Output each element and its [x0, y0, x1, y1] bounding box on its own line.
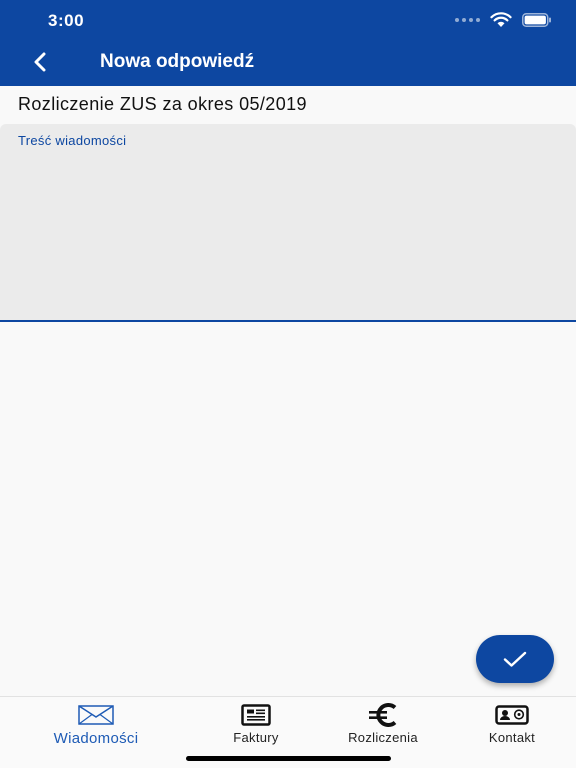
- cellular-signal-icon: [455, 18, 480, 22]
- app-header: 3:00 Nowa odpowiedź: [0, 0, 576, 86]
- tab-kontakt[interactable]: Kontakt: [472, 703, 552, 749]
- tab-faktury[interactable]: Faktury: [216, 703, 296, 749]
- tab-label: Kontakt: [488, 730, 536, 745]
- tab-rozliczenia[interactable]: Rozliczenia: [333, 703, 433, 749]
- screen: 3:00 Nowa odpowiedź Rozliczenie ZUS za o…: [0, 0, 576, 768]
- euro-icon: [366, 703, 400, 727]
- message-input[interactable]: [18, 154, 558, 314]
- status-icons: [455, 12, 552, 28]
- message-field[interactable]: Treść wiadomości: [0, 124, 576, 322]
- tab-wiadomosci[interactable]: Wiadomości: [36, 703, 156, 749]
- envelope-icon: [78, 703, 114, 727]
- battery-icon: [522, 13, 552, 27]
- tab-label: Wiadomości: [53, 730, 139, 747]
- message-subject: Rozliczenie ZUS za okres 05/2019: [18, 94, 307, 114]
- checkmark-icon: [503, 651, 527, 667]
- chevron-left-icon: [34, 52, 46, 72]
- tab-label: Rozliczenia: [348, 730, 418, 745]
- message-field-label: Treść wiadomości: [18, 133, 127, 148]
- home-indicator[interactable]: [186, 756, 391, 761]
- status-time: 3:00: [48, 11, 85, 30]
- back-button[interactable]: [26, 48, 54, 76]
- wifi-icon: [490, 12, 512, 28]
- page-title: Nowa odpowiedź: [100, 51, 255, 72]
- send-button[interactable]: [476, 635, 554, 683]
- invoice-icon: [241, 703, 271, 727]
- tab-label: Faktury: [233, 730, 279, 745]
- contact-card-icon: [495, 703, 529, 727]
